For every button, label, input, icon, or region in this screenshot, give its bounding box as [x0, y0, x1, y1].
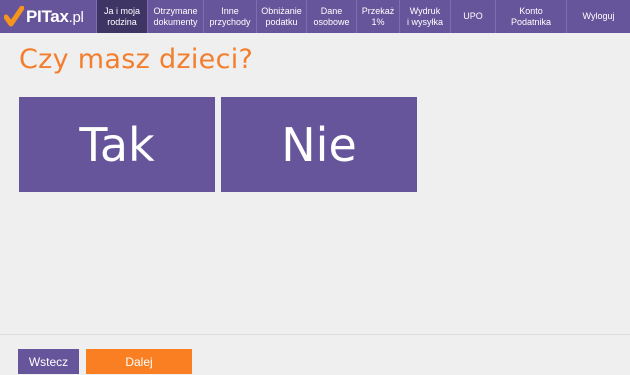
nav-item-konto-podatnika[interactable]: Konto Podatnika: [495, 0, 566, 33]
logo-text: PITax.pl: [26, 7, 84, 27]
nav-item-label: Podatnika: [510, 16, 552, 27]
checkmark-logo-icon: [4, 5, 24, 28]
nav-item-label: dokumenty: [153, 16, 198, 27]
logo-name: PITax: [26, 6, 69, 26]
pitax-logo[interactable]: PITax.pl: [0, 0, 96, 33]
nav-item-label: Dane: [320, 5, 343, 16]
nav-item-label: Wyloguj: [582, 11, 615, 21]
nav-item-label: Otrzymane: [153, 5, 198, 16]
nav-item-label: osobowe: [313, 16, 350, 27]
nav-item-label: rodzina: [107, 16, 137, 27]
nav-item-obnizanie-podatku[interactable]: Obniżanie podatku: [256, 0, 306, 33]
nav-item-label: Konto: [519, 5, 543, 16]
nav-item-label: Ja i moja: [103, 5, 140, 16]
nav-item-otrzymane-dokumenty[interactable]: Otrzymane dokumenty: [147, 0, 203, 33]
top-navigation-bar: PITax.pl Ja i moja rodzina Otrzymane dokum…: [0, 0, 630, 33]
nav-item-label: podatku: [265, 16, 298, 27]
nav-item-ja-i-moja-rodzina[interactable]: Ja i moja rodzina: [96, 0, 147, 33]
nav-item-wyloguj[interactable]: Wyloguj: [566, 0, 630, 33]
back-button[interactable]: Wstecz: [18, 349, 79, 374]
nav-item-dane-osobowe[interactable]: Dane osobowe: [306, 0, 356, 33]
footer-bar: Wstecz Dalej: [0, 334, 630, 375]
nav-item-label: przychody: [209, 16, 251, 27]
nav-item-inne-przychody[interactable]: Inne przychody: [203, 0, 256, 33]
nav-item-label: Obniżanie: [261, 5, 302, 16]
nav-item-label: UPO: [463, 11, 483, 21]
nav-item-wydruk-i-wysylka[interactable]: Wydruk i wysyłka: [399, 0, 450, 33]
nav-item-label: Przekaż: [361, 5, 395, 16]
answer-no-button[interactable]: Nie: [221, 97, 417, 192]
main-nav: Ja i moja rodzina Otrzymane dokumenty Inne…: [96, 0, 630, 33]
nav-item-upo[interactable]: UPO: [450, 0, 495, 33]
answer-yes-button[interactable]: Tak: [19, 97, 215, 192]
nav-item-label: i wysyłka: [406, 16, 443, 27]
logo-suffix: .pl: [68, 8, 84, 26]
nav-item-label: 1%: [371, 16, 385, 27]
question-title: Czy masz dzieci?: [19, 44, 254, 75]
nav-item-przekaz-1-procent[interactable]: Przekaż 1%: [356, 0, 399, 33]
nav-item-label: Wydruk: [409, 5, 441, 16]
nav-item-label: Inne: [221, 5, 239, 16]
next-button[interactable]: Dalej: [86, 349, 192, 374]
